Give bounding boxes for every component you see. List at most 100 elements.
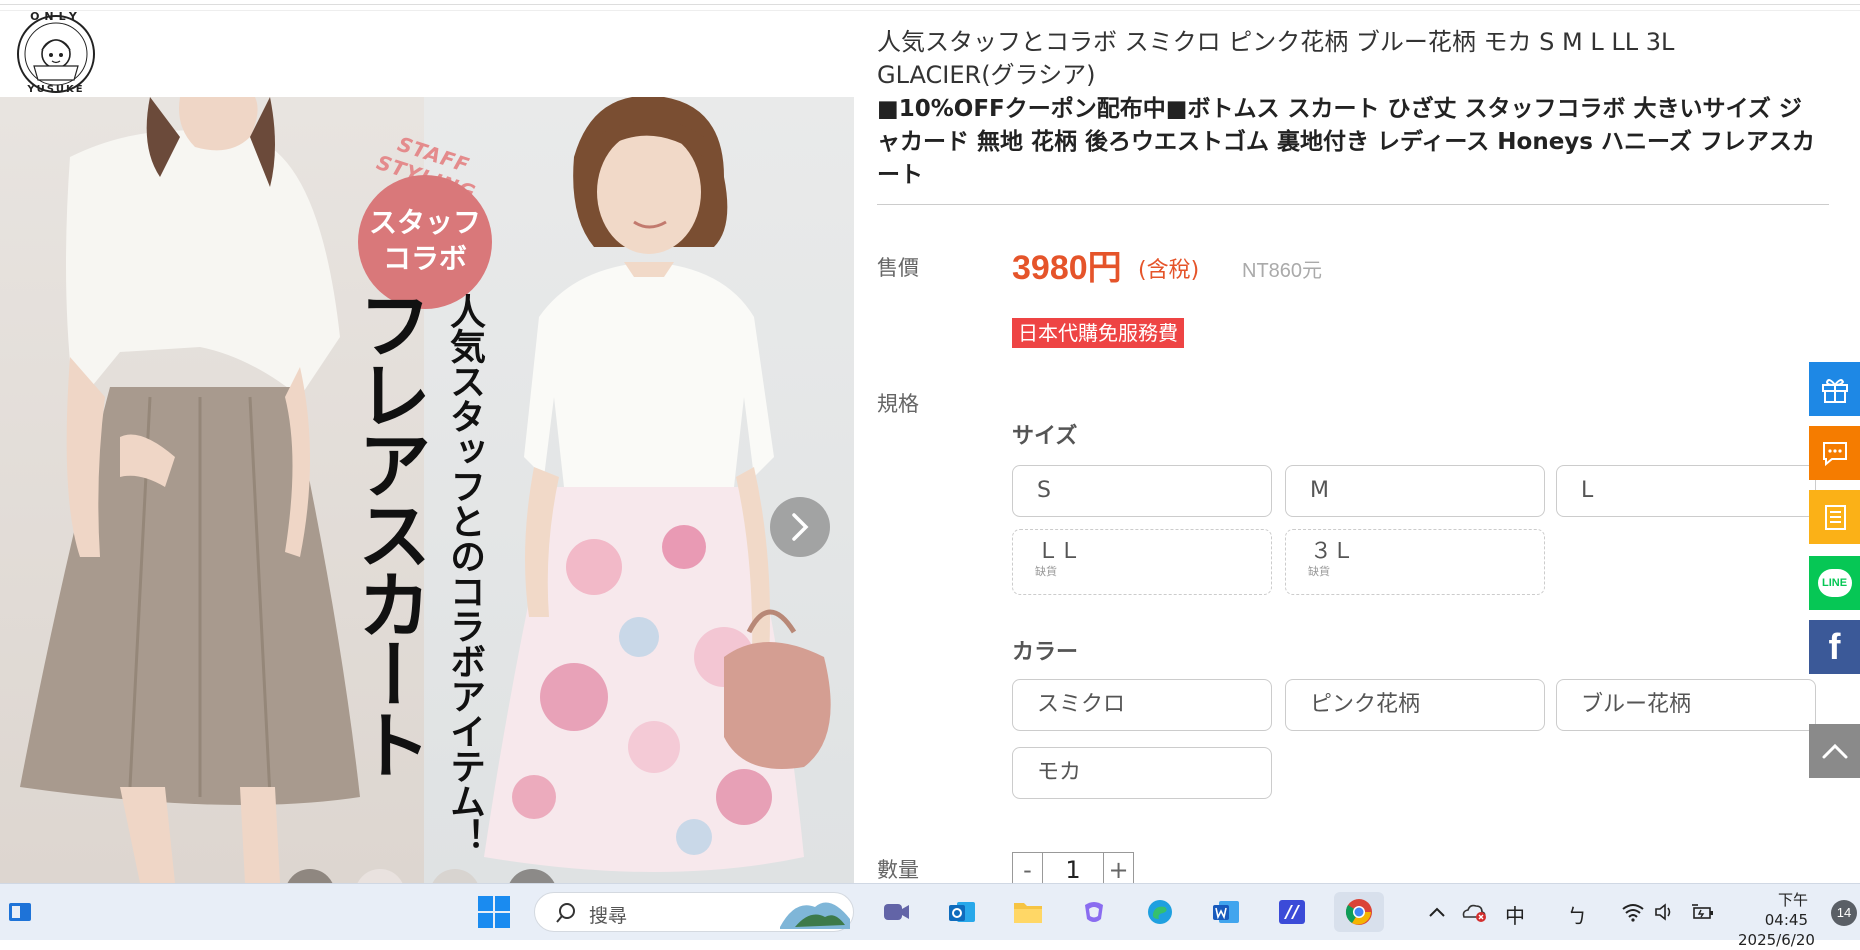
quantity-label: 數量 xyxy=(877,858,919,882)
ime-mode-indicator[interactable]: 中 xyxy=(1505,900,1525,929)
chevron-up-icon xyxy=(1429,907,1445,917)
price-ntd: NT860元 xyxy=(1242,260,1323,282)
quantity-input[interactable]: 1 xyxy=(1043,853,1103,887)
gift-icon xyxy=(1821,379,1848,403)
video-chat-icon xyxy=(884,904,909,920)
taskbar-app-editor[interactable] xyxy=(1272,892,1312,932)
size-option-label: S xyxy=(1037,478,1051,503)
notes-icon xyxy=(1824,505,1846,530)
price-value: 3980円 xyxy=(1012,249,1122,287)
color-option-pink-floral[interactable]: ピンク花柄 xyxy=(1285,679,1545,731)
start-button[interactable] xyxy=(474,892,514,932)
color-option-label: ブルー花柄 xyxy=(1581,692,1692,717)
chat-icon xyxy=(1822,442,1847,467)
color-option-label: モカ xyxy=(1037,760,1082,785)
windows-taskbar: 搜尋 中 ㄅ 下午 04:45 2025/6/20 14 xyxy=(0,883,1860,949)
wifi-icon xyxy=(1622,904,1644,922)
speaker-icon xyxy=(1655,903,1671,921)
service-fee-badge: 日本代購免服務費 xyxy=(1012,318,1184,348)
size-option-label: M xyxy=(1310,478,1329,503)
price-label: 售價 xyxy=(877,256,919,280)
sold-out-note: 缺貨 xyxy=(1308,565,1330,578)
size-option-label: ３Ｌ xyxy=(1310,539,1355,564)
size-heading: サイズ xyxy=(1012,424,1078,449)
size-option-3l[interactable]: ３Ｌ 缺貨 xyxy=(1285,529,1545,595)
color-heading: カラー xyxy=(1012,640,1079,665)
size-option-m[interactable]: M xyxy=(1285,465,1545,517)
title-divider xyxy=(877,204,1829,205)
color-option-sumikuro[interactable]: スミクロ xyxy=(1012,679,1272,731)
editor-app-icon xyxy=(1279,900,1305,924)
sold-out-note: 缺貨 xyxy=(1035,565,1057,578)
widgets-icon xyxy=(9,903,31,921)
size-option-label: ＬＬ xyxy=(1037,539,1082,564)
taskbar-search-box[interactable]: 搜尋 xyxy=(534,892,854,932)
size-option-label: L xyxy=(1581,478,1594,503)
side-notes-button[interactable] xyxy=(1809,490,1860,544)
tray-wifi[interactable] xyxy=(1618,892,1648,932)
cloud-error-icon xyxy=(1462,904,1486,922)
taskbar-app-outlook[interactable] xyxy=(942,892,982,932)
line-icon: LINE xyxy=(1817,569,1852,597)
tax-note: (含稅) xyxy=(1138,258,1200,283)
collab-item-vertical-caption: 人気スタッフとのコラボアイテム！ xyxy=(444,293,485,853)
taskbar-app-copilot[interactable] xyxy=(1074,892,1114,932)
tray-onedrive-status[interactable] xyxy=(1456,892,1492,932)
color-option-label: ピンク花柄 xyxy=(1310,692,1421,717)
store-logo[interactable]: ONLY YUSUKE xyxy=(10,8,102,98)
taskbar-app-word[interactable] xyxy=(1206,892,1246,932)
side-line-button[interactable]: LINE xyxy=(1809,556,1860,610)
top-border-secondary xyxy=(0,10,1860,11)
quantity-increment-button[interactable]: + xyxy=(1103,853,1133,887)
clock-date: 2025/6/20 xyxy=(1738,931,1815,949)
taskbar-app-file-explorer[interactable] xyxy=(1008,892,1048,932)
tray-volume[interactable] xyxy=(1650,892,1680,932)
product-title: 人気スタッフとコラボ スミクロ ピンク花柄 ブルー花柄 モカ S M L LL … xyxy=(877,28,1675,89)
size-option-s[interactable]: S xyxy=(1012,465,1272,517)
search-icon xyxy=(556,903,575,923)
search-placeholder: 搜尋 xyxy=(589,905,628,927)
product-subtitle: ■10%OFFクーポン配布中■ボトムス スカート ひざ丈 スタッフコラボ 大きい… xyxy=(877,96,1815,188)
outlook-icon xyxy=(949,902,975,922)
taskbar-app-chrome[interactable] xyxy=(1334,892,1384,932)
color-option-label: スミクロ xyxy=(1037,692,1126,717)
side-facebook-button[interactable]: f xyxy=(1809,620,1860,674)
word-icon xyxy=(1213,901,1239,923)
product-image-carousel[interactable]: STAFF STYLING スタッフ コラボ フレアスカート 人気スタッフとのコ… xyxy=(0,97,854,883)
top-border xyxy=(0,4,1860,5)
badge-line-2: コラボ xyxy=(382,242,467,275)
side-gift-button[interactable] xyxy=(1809,362,1860,416)
logo-top-text: ONLY xyxy=(30,10,82,23)
chevron-right-icon xyxy=(792,513,809,541)
ime-bopomofo-indicator[interactable]: ㄅ xyxy=(1567,900,1587,929)
color-option-blue-floral[interactable]: ブルー花柄 xyxy=(1556,679,1816,731)
notification-count-badge[interactable]: 14 xyxy=(1831,900,1857,926)
back-to-top-icon xyxy=(1822,743,1847,759)
color-option-mocha[interactable]: モカ xyxy=(1012,747,1272,799)
edge-icon xyxy=(1148,900,1172,924)
spec-label: 規格 xyxy=(877,392,919,416)
taskbar-app-edge[interactable] xyxy=(1140,892,1180,932)
carousel-next-button[interactable] xyxy=(770,497,830,557)
search-highlight-icon xyxy=(780,902,850,929)
copilot-icon xyxy=(1085,902,1103,922)
windows-logo-icon xyxy=(478,896,510,928)
side-chat-button[interactable] xyxy=(1809,426,1860,480)
size-option-l[interactable]: L xyxy=(1556,465,1816,517)
facebook-icon: f xyxy=(1828,626,1841,667)
logo-bottom-text: YUSUKE xyxy=(27,84,85,95)
tray-overflow-button[interactable] xyxy=(1422,892,1452,932)
taskbar-app-meet[interactable] xyxy=(876,892,916,932)
back-to-top-button[interactable] xyxy=(1809,724,1860,778)
badge-line-1: スタッフ xyxy=(368,206,481,239)
chrome-icon xyxy=(1345,899,1372,925)
size-option-ll[interactable]: ＬＬ 缺貨 xyxy=(1012,529,1272,595)
taskbar-clock[interactable]: 下午 04:45 2025/6/20 xyxy=(1738,890,1815,950)
quantity-decrement-button[interactable]: - xyxy=(1013,853,1043,887)
folder-icon xyxy=(1014,903,1042,923)
battery-charging-icon xyxy=(1692,904,1713,919)
clock-time: 下午 04:45 xyxy=(1764,891,1808,929)
flare-skirt-vertical-title: フレアスカート xyxy=(345,287,431,777)
tray-battery[interactable] xyxy=(1688,892,1718,932)
task-view-button[interactable] xyxy=(0,892,40,932)
